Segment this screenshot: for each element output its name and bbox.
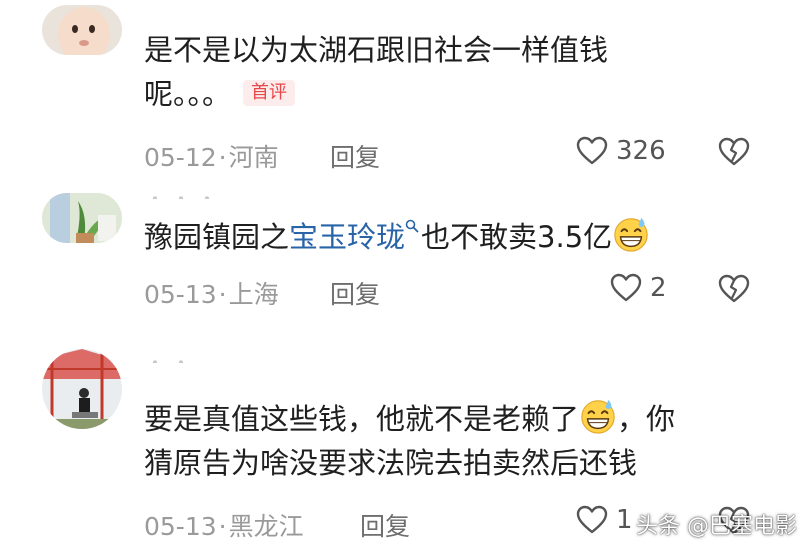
like-button[interactable]: 326: [576, 136, 666, 166]
reply-button[interactable]: 回复: [360, 507, 410, 543]
comment-text-tail: 呢。。。: [144, 77, 232, 111]
heart-outline-icon: [576, 505, 608, 535]
like-count: 1: [616, 505, 633, 535]
broken-heart-icon[interactable]: [718, 137, 750, 167]
comment-text-part: 也不敢卖3.5亿: [421, 220, 613, 254]
comment-text-line: 要是真值这些钱，他就不是老赖了 ，你: [144, 397, 675, 441]
comment-date: 05-13: [144, 512, 217, 541]
comment-text-part: 要是真值这些钱，他就不是老赖了: [144, 402, 580, 436]
separator: ·: [218, 280, 227, 309]
comment-text-line: 猜原告为啥没要求法院去拍卖然后还钱: [144, 446, 638, 480]
comment-location: 黑龙江: [228, 512, 304, 541]
comment-text: 是不是以为太湖石跟旧社会一样值钱 呢。。。 首评: [144, 28, 608, 116]
heart-outline-icon: [610, 273, 642, 303]
first-comment-badge: 首评: [243, 80, 296, 106]
broken-heart-icon[interactable]: [718, 274, 750, 304]
separator: ·: [218, 143, 227, 172]
keyword-link[interactable]: 宝玉玲珑: [289, 220, 405, 254]
reply-button[interactable]: 回复: [330, 275, 380, 311]
avatar[interactable]: [42, 193, 122, 243]
comment-text: 要是真值这些钱，他就不是老赖了 ，你 猜原告为啥没要求法院去拍卖然后还钱: [144, 397, 675, 485]
comment-location: 上海: [228, 280, 279, 309]
comment-text: 豫园镇园之宝玉玲珑 也不敢卖3.5亿: [144, 215, 650, 259]
like-count: 2: [650, 273, 667, 303]
separator: ·: [218, 512, 227, 541]
avatar[interactable]: [42, 349, 122, 429]
comment-location: 河南: [228, 143, 279, 172]
like-count: 326: [616, 136, 666, 166]
grinning-sweat-emoji-icon: [579, 397, 617, 435]
search-icon[interactable]: [405, 219, 419, 233]
comment-text-line: 是不是以为太湖石跟旧社会一样值钱: [144, 33, 609, 67]
comment-text-part: 豫园镇园之: [144, 220, 290, 254]
username[interactable]: ・・: [145, 349, 197, 363]
comment-meta: 05-13·上海: [144, 275, 279, 311]
reply-button[interactable]: 回复: [330, 138, 380, 174]
heart-outline-icon: [576, 136, 608, 166]
comment-date: 05-12: [144, 143, 217, 172]
watermark: 头条 @巴塞电影: [636, 514, 797, 539]
avatar[interactable]: [42, 5, 122, 55]
comment-item: ・・・ 豫园镇园之宝玉玲珑 也不敢卖3.5亿 05-13·上海 回复 2: [0, 185, 800, 335]
comment-meta: 05-12·河南: [144, 138, 279, 174]
comment-text-line: 呢。。。 首评: [144, 72, 608, 116]
comment-text-part: ，你: [617, 402, 676, 436]
username[interactable]: ・・・: [145, 185, 223, 199]
comment-item: 是不是以为太湖石跟旧社会一样值钱 呢。。。 首评 05-12·河南 回复 326: [0, 0, 800, 185]
comment-meta: 05-13·黑龙江: [144, 507, 304, 543]
grinning-sweat-emoji-icon: [612, 215, 650, 253]
like-button[interactable]: 2: [610, 273, 667, 303]
comment-date: 05-13: [144, 280, 217, 309]
like-button[interactable]: 1: [576, 505, 633, 535]
